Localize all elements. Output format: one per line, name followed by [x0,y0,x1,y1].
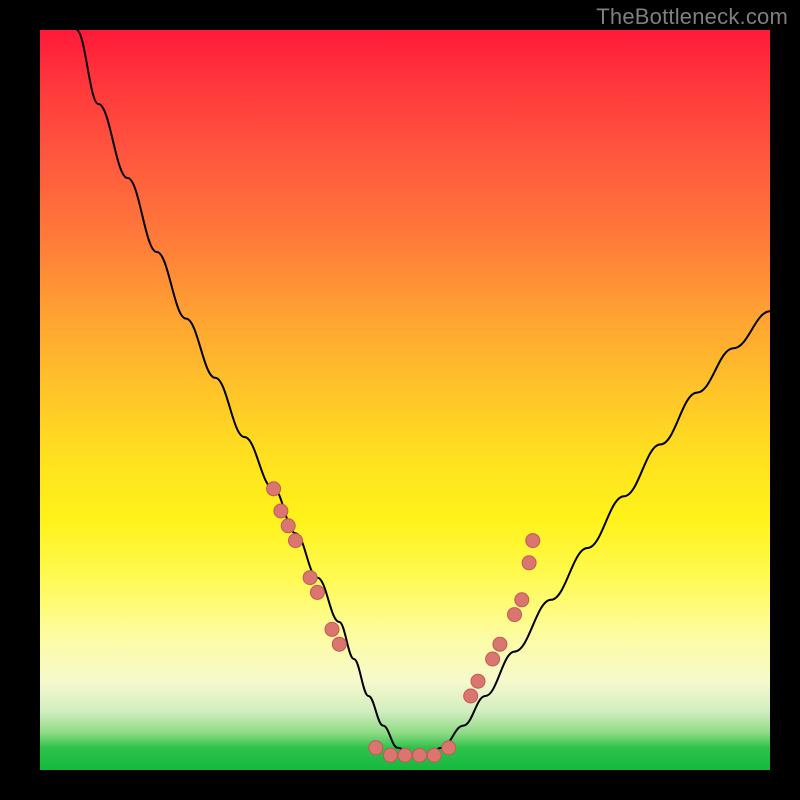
marker-point [332,637,346,651]
marker-point [369,741,383,755]
marker-point [464,689,478,703]
marker-point [526,534,540,548]
marker-point [303,571,317,585]
marker-point [383,748,397,762]
marker-point [398,748,412,762]
marker-point [442,741,456,755]
marker-point [427,748,441,762]
marker-point [413,748,427,762]
marker-point [515,593,529,607]
marker-point [274,504,288,518]
marker-point [281,519,295,533]
highlight-markers [267,482,540,762]
marker-point [310,585,324,599]
chart-svg [40,30,770,770]
marker-point [486,652,500,666]
marker-point [508,608,522,622]
marker-point [267,482,281,496]
marker-point [522,556,536,570]
marker-point [325,622,339,636]
watermark-text: TheBottleneck.com [596,4,788,30]
marker-point [289,534,303,548]
bottleneck-curve [77,30,771,755]
marker-point [471,674,485,688]
plot-area [40,30,770,770]
marker-point [493,637,507,651]
chart-frame: TheBottleneck.com [0,0,800,800]
